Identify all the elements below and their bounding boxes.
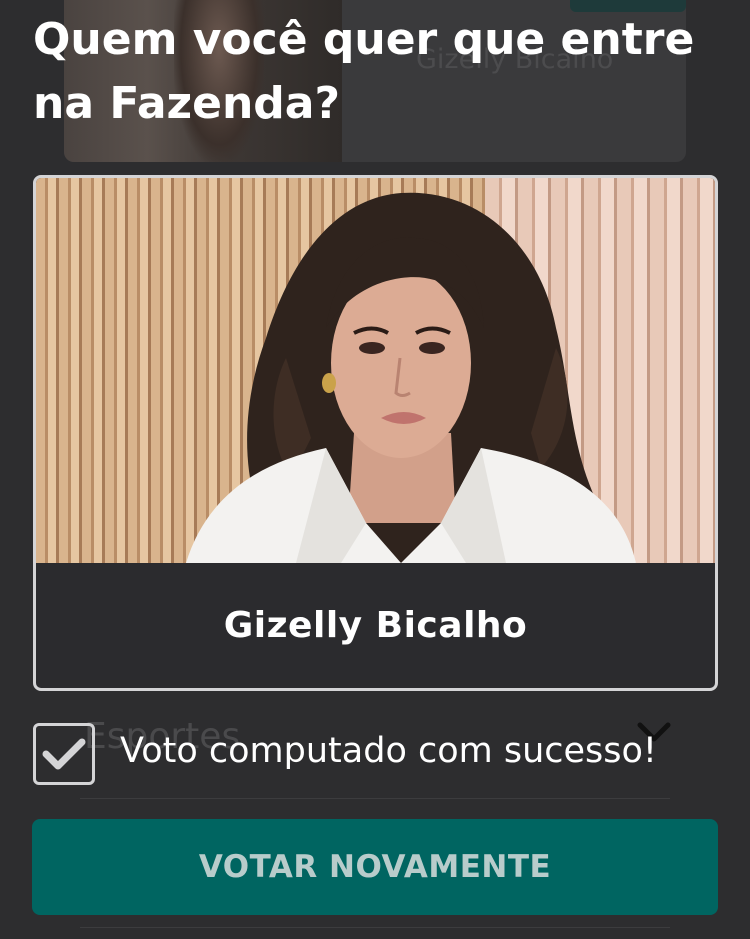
checkmark-icon [42,738,86,770]
vote-again-button[interactable]: VOTAR NOVAMENTE [32,819,718,915]
portrait-illustration [186,192,637,563]
vote-result-screen: Gizelly Bicalho Esportes Quem você quer … [0,0,750,939]
candidate-photo [36,178,715,563]
vote-again-label: VOTAR NOVAMENTE [198,849,552,885]
candidate-name-bar: Gizelly Bicalho [36,563,715,688]
success-message: Voto computado com sucesso! [120,731,657,771]
success-checkbox [33,723,95,785]
background-divider [80,927,670,928]
background-divider [80,798,670,799]
candidate-card: Gizelly Bicalho [33,175,718,691]
candidate-name: Gizelly Bicalho [223,605,528,646]
page-title: Quem você quer que entre na Fazenda? [33,14,695,129]
